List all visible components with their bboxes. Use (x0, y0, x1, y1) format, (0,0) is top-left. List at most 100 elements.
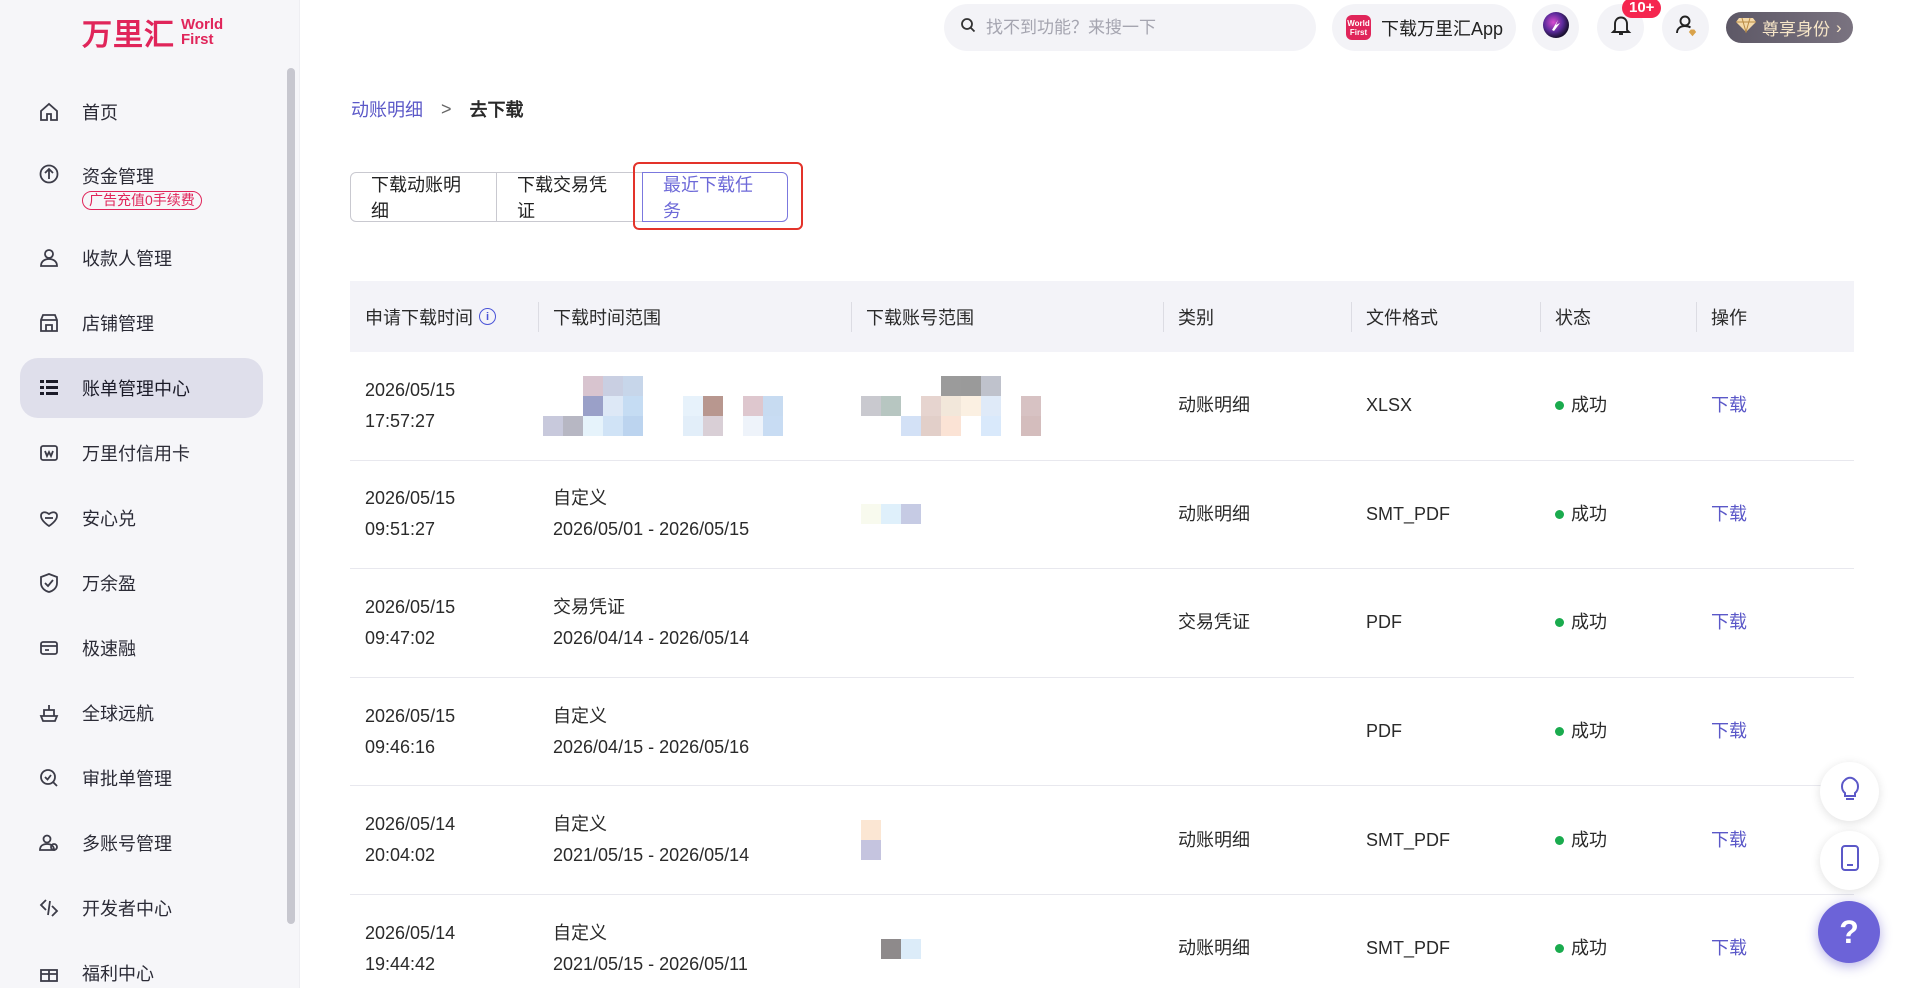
header-category: 类别 (1163, 281, 1351, 352)
download-app-button[interactable]: World First 下载万里汇App (1332, 4, 1516, 51)
help-button[interactable]: ? (1818, 901, 1880, 963)
search-input[interactable] (986, 17, 1286, 38)
tips-button[interactable] (1820, 762, 1879, 821)
sidebar-item-multi-account[interactable]: 多账号管理 (20, 813, 263, 873)
ship-icon (38, 702, 60, 724)
request-time: 17:57:27 (365, 410, 436, 431)
download-app-label: 下载万里汇App (1381, 18, 1504, 39)
request-time: 09:47:02 (365, 627, 436, 648)
redacted-account-mosaic (861, 375, 1121, 436)
user-icon (1673, 12, 1699, 43)
breadcrumb-parent-link[interactable]: 动账明细 (351, 96, 423, 122)
brand-name-en: World First (181, 17, 223, 47)
download-link[interactable]: 下载 (1711, 390, 1854, 421)
sidebar: 万里汇 World First 首页 资金管理 广告充值0手续费 收款人管理 店… (0, 0, 300, 988)
header-action: 操作 (1696, 281, 1854, 352)
sidebar-item-label: 账单管理中心 (82, 379, 190, 399)
vip-status-button[interactable]: 尊享身份 › (1726, 12, 1853, 43)
category-cell: 动账明细 (1178, 395, 1250, 416)
status-badge: 成功 (1555, 716, 1696, 747)
table-row: 2026/05/15 09:47:02 交易凭证 2026/04/14 - 2026… (350, 569, 1854, 678)
format-cell: PDF (1366, 721, 1402, 742)
info-icon[interactable]: i (479, 308, 496, 325)
breadcrumb: 动账明细 > 去下载 (351, 96, 524, 122)
sidebar-item-welfare[interactable]: 福利中心 (20, 943, 263, 988)
credit-card-icon (38, 442, 60, 464)
success-dot-icon (1555, 727, 1564, 737)
header-status: 状态 (1540, 281, 1696, 352)
store-icon (38, 312, 60, 334)
notification-badge: 10+ (1622, 0, 1662, 18)
status-badge: 成功 (1555, 825, 1696, 856)
tab-recent-tasks[interactable]: 最近下载任务 (642, 172, 788, 222)
sidebar-item-label: 福利中心 (82, 964, 154, 984)
payee-icon (38, 247, 60, 269)
ai-assistant-button[interactable] (1532, 4, 1579, 51)
finance-icon (38, 637, 60, 659)
header-time-range: 下载时间范围 (538, 281, 851, 352)
sidebar-item-fund[interactable]: 资金管理 广告充值0手续费 (20, 147, 263, 223)
mobile-app-button[interactable] (1820, 831, 1879, 890)
category-cell: 动账明细 (1178, 503, 1250, 524)
success-dot-icon (1555, 401, 1564, 411)
redacted-account-mosaic (861, 504, 1121, 525)
sidebar-item-label: 多账号管理 (82, 834, 172, 854)
account-button[interactable] (1662, 4, 1709, 51)
download-tabs: 下载动账明细 下载交易凭证 最近下载任务 (350, 172, 788, 222)
format-cell: XLSX (1366, 395, 1413, 416)
range-value: 2021/05/15 - 2026/05/11 (553, 953, 748, 974)
request-date: 2026/05/14 (365, 814, 456, 835)
status-badge: 成功 (1555, 607, 1696, 638)
sidebar-item-approval[interactable]: 审批单管理 (20, 748, 263, 808)
status-badge: 成功 (1555, 390, 1696, 421)
tab-download-voucher[interactable]: 下载交易凭证 (497, 172, 643, 222)
status-text: 成功 (1571, 503, 1607, 524)
format-cell: SMT_PDF (1366, 829, 1451, 850)
search-box[interactable] (944, 4, 1316, 51)
sidebar-item-bill-center[interactable]: 账单管理中心 (20, 358, 263, 418)
table-row: 2026/05/15 09:51:27 自定义 2026/05/01 - 2026/… (350, 461, 1854, 570)
ai-orb-icon (1541, 10, 1571, 45)
category-cell: 动账明细 (1178, 938, 1250, 959)
sidebar-item-home[interactable]: 首页 (20, 82, 263, 142)
sidebar-scrollbar[interactable] (287, 68, 295, 924)
tab-download-statement[interactable]: 下载动账明细 (350, 172, 497, 222)
sidebar-item-global[interactable]: 全球远航 (20, 683, 263, 743)
breadcrumb-separator-icon: > (441, 98, 452, 119)
sidebar-item-payee[interactable]: 收款人管理 (20, 228, 263, 288)
redacted-account-mosaic (861, 820, 1121, 861)
range-value: 2026/04/15 - 2026/05/16 (553, 736, 750, 757)
download-link[interactable]: 下载 (1711, 499, 1854, 530)
app-root: 万里汇 World First 首页 资金管理 广告充值0手续费 收款人管理 店… (0, 0, 1909, 988)
range-type: 自定义 (553, 488, 607, 509)
gift-icon (38, 962, 60, 984)
sidebar-item-wanyuying[interactable]: 万余盈 (20, 553, 263, 613)
header-account-range: 下载账号范围 (851, 281, 1163, 352)
sidebar-item-store[interactable]: 店铺管理 (20, 293, 263, 353)
request-time: 19:44:42 (365, 953, 436, 974)
list-icon (38, 377, 60, 399)
request-date: 2026/05/15 (365, 379, 456, 400)
range-type: 自定义 (553, 705, 607, 726)
sidebar-item-label: 万余盈 (82, 574, 136, 594)
table-header: 申请下载时间 i 下载时间范围 下载账号范围 类别 文件格式 状态 操作 (350, 281, 1854, 352)
fund-icon (38, 163, 60, 185)
brand-logo[interactable]: 万里汇 World First (82, 10, 223, 54)
request-date: 2026/05/15 (365, 596, 456, 617)
status-text: 成功 (1571, 829, 1607, 850)
sidebar-item-finance[interactable]: 极速融 (20, 618, 263, 678)
header-label: 下载时间范围 (553, 307, 661, 328)
download-link[interactable]: 下载 (1711, 607, 1854, 638)
download-link[interactable]: 下载 (1711, 716, 1854, 747)
table-row: 2026/05/14 19:44:42 自定义 2021/05/15 - 2026/… (350, 895, 1854, 988)
approval-icon (38, 767, 60, 789)
success-dot-icon (1555, 944, 1564, 954)
header-label: 操作 (1711, 307, 1747, 328)
sidebar-item-developer[interactable]: 开发者中心 (20, 878, 263, 938)
brand-en-line2: First (181, 31, 214, 48)
request-date: 2026/05/15 (365, 705, 456, 726)
sidebar-item-exchange[interactable]: 安心兑 (20, 488, 263, 548)
sidebar-item-credit-card[interactable]: 万里付信用卡 (20, 423, 263, 483)
promo-badge: 广告充值0手续费 (82, 191, 202, 210)
range-value: 2026/04/14 - 2026/05/14 (553, 627, 750, 648)
